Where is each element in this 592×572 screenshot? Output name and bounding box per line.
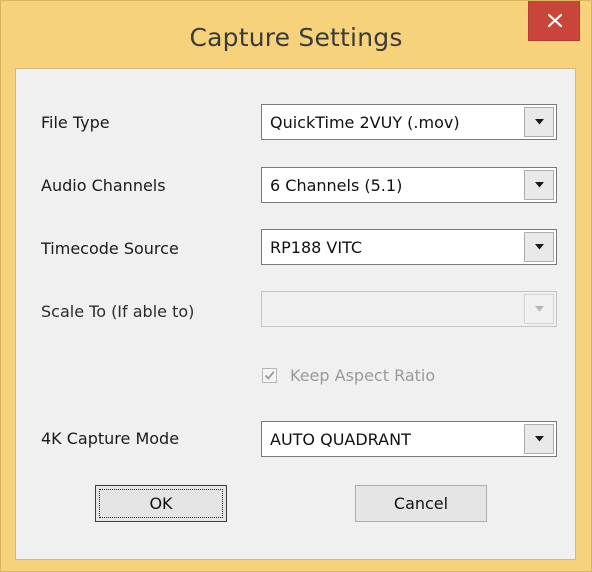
scale-to-dropdown xyxy=(261,291,557,327)
audio-channels-label: Audio Channels xyxy=(41,176,166,195)
cancel-button-label: Cancel xyxy=(393,494,449,513)
cancel-button[interactable]: Cancel xyxy=(355,485,487,522)
file-type-label: File Type xyxy=(41,113,110,132)
file-type-value: QuickTime 2VUY (.mov) xyxy=(270,113,460,132)
keep-aspect-ratio-label: Keep Aspect Ratio xyxy=(290,366,436,385)
chevron-down-icon xyxy=(535,436,544,442)
dialog-body: File Type QuickTime 2VUY (.mov) Audio Ch… xyxy=(15,68,576,560)
chevron-down-icon xyxy=(535,244,544,250)
chevron-down-icon xyxy=(535,306,544,312)
capture-mode-4k-dropdown-button[interactable] xyxy=(524,424,554,454)
checkmark-icon xyxy=(264,371,275,380)
timecode-source-label: Timecode Source xyxy=(41,239,179,258)
capture-mode-4k-dropdown[interactable]: AUTO QUADRANT xyxy=(261,421,557,457)
close-button[interactable] xyxy=(528,1,580,41)
close-icon xyxy=(548,14,562,27)
scale-to-dropdown-button xyxy=(524,294,554,324)
audio-channels-value: 6 Channels (5.1) xyxy=(270,176,403,195)
chevron-down-icon xyxy=(535,119,544,125)
ok-button-label: OK xyxy=(149,494,173,513)
scale-to-label: Scale To (If able to) xyxy=(41,302,195,321)
capture-mode-4k-label: 4K Capture Mode xyxy=(41,429,180,448)
audio-channels-dropdown[interactable]: 6 Channels (5.1) xyxy=(261,167,557,203)
chevron-down-icon xyxy=(535,182,544,188)
keep-aspect-ratio-checkbox xyxy=(262,368,277,383)
capture-settings-dialog: Capture Settings File Type QuickTime 2VU… xyxy=(0,0,592,572)
audio-channels-dropdown-button[interactable] xyxy=(524,170,554,200)
timecode-source-dropdown[interactable]: RP188 VITC xyxy=(261,229,557,265)
capture-mode-4k-value: AUTO QUADRANT xyxy=(270,430,411,449)
ok-button[interactable]: OK xyxy=(95,485,227,522)
timecode-source-dropdown-button[interactable] xyxy=(524,232,554,262)
file-type-dropdown[interactable]: QuickTime 2VUY (.mov) xyxy=(261,104,557,140)
dialog-title: Capture Settings xyxy=(189,23,403,52)
timecode-source-value: RP188 VITC xyxy=(270,238,363,257)
file-type-dropdown-button[interactable] xyxy=(524,107,554,137)
